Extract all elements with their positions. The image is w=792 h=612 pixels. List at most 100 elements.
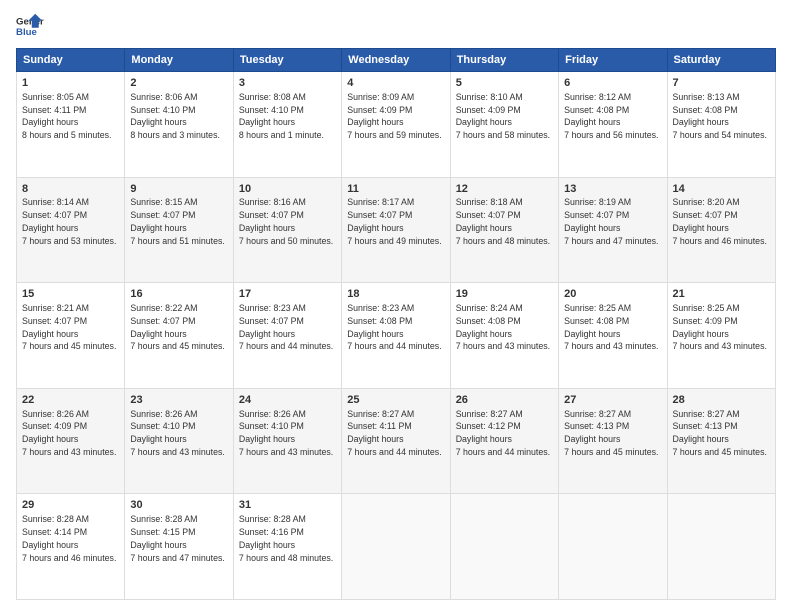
calendar-cell: 24 Sunrise: 8:26 AMSunset: 4:10 PMDaylig… — [233, 388, 341, 494]
day-info: Sunrise: 8:09 AMSunset: 4:09 PMDaylight … — [347, 92, 441, 140]
day-info: Sunrise: 8:21 AMSunset: 4:07 PMDaylight … — [22, 303, 116, 351]
day-number: 19 — [456, 287, 553, 302]
calendar-cell — [559, 494, 667, 600]
day-number: 10 — [239, 182, 336, 197]
day-info: Sunrise: 8:26 AMSunset: 4:10 PMDaylight … — [239, 409, 333, 457]
calendar-cell — [667, 494, 775, 600]
day-number: 9 — [130, 182, 227, 197]
calendar-cell: 9 Sunrise: 8:15 AMSunset: 4:07 PMDayligh… — [125, 177, 233, 283]
calendar-cell: 14 Sunrise: 8:20 AMSunset: 4:07 PMDaylig… — [667, 177, 775, 283]
day-info: Sunrise: 8:25 AMSunset: 4:09 PMDaylight … — [673, 303, 767, 351]
day-number: 24 — [239, 393, 336, 408]
day-info: Sunrise: 8:27 AMSunset: 4:11 PMDaylight … — [347, 409, 441, 457]
day-number: 2 — [130, 76, 227, 91]
day-info: Sunrise: 8:22 AMSunset: 4:07 PMDaylight … — [130, 303, 224, 351]
day-number: 25 — [347, 393, 444, 408]
day-info: Sunrise: 8:25 AMSunset: 4:08 PMDaylight … — [564, 303, 658, 351]
weekday-header-friday: Friday — [559, 49, 667, 72]
weekday-header-sunday: Sunday — [17, 49, 125, 72]
calendar-cell: 31 Sunrise: 8:28 AMSunset: 4:16 PMDaylig… — [233, 494, 341, 600]
calendar-cell: 7 Sunrise: 8:13 AMSunset: 4:08 PMDayligh… — [667, 72, 775, 178]
day-info: Sunrise: 8:14 AMSunset: 4:07 PMDaylight … — [22, 197, 116, 245]
day-number: 1 — [22, 76, 119, 91]
calendar-cell: 10 Sunrise: 8:16 AMSunset: 4:07 PMDaylig… — [233, 177, 341, 283]
day-number: 5 — [456, 76, 553, 91]
day-number: 14 — [673, 182, 770, 197]
day-info: Sunrise: 8:23 AMSunset: 4:07 PMDaylight … — [239, 303, 333, 351]
weekday-header-monday: Monday — [125, 49, 233, 72]
calendar-cell: 17 Sunrise: 8:23 AMSunset: 4:07 PMDaylig… — [233, 283, 341, 389]
day-info: Sunrise: 8:12 AMSunset: 4:08 PMDaylight … — [564, 92, 658, 140]
calendar-week-2: 8 Sunrise: 8:14 AMSunset: 4:07 PMDayligh… — [17, 177, 776, 283]
day-info: Sunrise: 8:20 AMSunset: 4:07 PMDaylight … — [673, 197, 767, 245]
day-number: 13 — [564, 182, 661, 197]
calendar-cell: 18 Sunrise: 8:23 AMSunset: 4:08 PMDaylig… — [342, 283, 450, 389]
calendar-cell: 26 Sunrise: 8:27 AMSunset: 4:12 PMDaylig… — [450, 388, 558, 494]
calendar-cell: 19 Sunrise: 8:24 AMSunset: 4:08 PMDaylig… — [450, 283, 558, 389]
day-info: Sunrise: 8:26 AMSunset: 4:10 PMDaylight … — [130, 409, 224, 457]
day-number: 17 — [239, 287, 336, 302]
calendar-cell: 13 Sunrise: 8:19 AMSunset: 4:07 PMDaylig… — [559, 177, 667, 283]
calendar-cell: 4 Sunrise: 8:09 AMSunset: 4:09 PMDayligh… — [342, 72, 450, 178]
day-info: Sunrise: 8:26 AMSunset: 4:09 PMDaylight … — [22, 409, 116, 457]
day-number: 8 — [22, 182, 119, 197]
calendar-cell: 6 Sunrise: 8:12 AMSunset: 4:08 PMDayligh… — [559, 72, 667, 178]
day-info: Sunrise: 8:27 AMSunset: 4:13 PMDaylight … — [564, 409, 658, 457]
svg-text:General: General — [16, 16, 44, 27]
day-info: Sunrise: 8:16 AMSunset: 4:07 PMDaylight … — [239, 197, 333, 245]
day-number: 27 — [564, 393, 661, 408]
day-info: Sunrise: 8:28 AMSunset: 4:16 PMDaylight … — [239, 514, 333, 562]
day-number: 23 — [130, 393, 227, 408]
calendar-cell: 15 Sunrise: 8:21 AMSunset: 4:07 PMDaylig… — [17, 283, 125, 389]
calendar-cell: 29 Sunrise: 8:28 AMSunset: 4:14 PMDaylig… — [17, 494, 125, 600]
day-info: Sunrise: 8:27 AMSunset: 4:12 PMDaylight … — [456, 409, 550, 457]
day-number: 11 — [347, 182, 444, 197]
calendar-cell — [450, 494, 558, 600]
calendar-week-4: 22 Sunrise: 8:26 AMSunset: 4:09 PMDaylig… — [17, 388, 776, 494]
day-number: 16 — [130, 287, 227, 302]
logo-icon: General Blue — [16, 12, 44, 40]
calendar-cell: 5 Sunrise: 8:10 AMSunset: 4:09 PMDayligh… — [450, 72, 558, 178]
weekday-header-tuesday: Tuesday — [233, 49, 341, 72]
day-info: Sunrise: 8:27 AMSunset: 4:13 PMDaylight … — [673, 409, 767, 457]
day-number: 15 — [22, 287, 119, 302]
day-number: 3 — [239, 76, 336, 91]
day-number: 7 — [673, 76, 770, 91]
day-info: Sunrise: 8:15 AMSunset: 4:07 PMDaylight … — [130, 197, 224, 245]
day-number: 4 — [347, 76, 444, 91]
calendar-cell: 28 Sunrise: 8:27 AMSunset: 4:13 PMDaylig… — [667, 388, 775, 494]
calendar-cell: 16 Sunrise: 8:22 AMSunset: 4:07 PMDaylig… — [125, 283, 233, 389]
calendar-cell: 8 Sunrise: 8:14 AMSunset: 4:07 PMDayligh… — [17, 177, 125, 283]
day-number: 20 — [564, 287, 661, 302]
day-number: 22 — [22, 393, 119, 408]
svg-text:Blue: Blue — [16, 27, 37, 38]
calendar-cell: 21 Sunrise: 8:25 AMSunset: 4:09 PMDaylig… — [667, 283, 775, 389]
weekday-header-saturday: Saturday — [667, 49, 775, 72]
day-number: 28 — [673, 393, 770, 408]
day-info: Sunrise: 8:08 AMSunset: 4:10 PMDaylight … — [239, 92, 324, 140]
logo: General Blue — [16, 12, 44, 40]
day-number: 26 — [456, 393, 553, 408]
calendar-cell — [342, 494, 450, 600]
calendar-cell: 3 Sunrise: 8:08 AMSunset: 4:10 PMDayligh… — [233, 72, 341, 178]
day-info: Sunrise: 8:06 AMSunset: 4:10 PMDaylight … — [130, 92, 220, 140]
calendar-cell: 22 Sunrise: 8:26 AMSunset: 4:09 PMDaylig… — [17, 388, 125, 494]
calendar-cell: 27 Sunrise: 8:27 AMSunset: 4:13 PMDaylig… — [559, 388, 667, 494]
day-info: Sunrise: 8:28 AMSunset: 4:15 PMDaylight … — [130, 514, 224, 562]
day-info: Sunrise: 8:18 AMSunset: 4:07 PMDaylight … — [456, 197, 550, 245]
day-number: 29 — [22, 498, 119, 513]
page: General Blue SundayMondayTuesdayWednesda… — [0, 0, 792, 612]
day-info: Sunrise: 8:19 AMSunset: 4:07 PMDaylight … — [564, 197, 658, 245]
day-info: Sunrise: 8:28 AMSunset: 4:14 PMDaylight … — [22, 514, 116, 562]
calendar-cell: 30 Sunrise: 8:28 AMSunset: 4:15 PMDaylig… — [125, 494, 233, 600]
calendar-week-3: 15 Sunrise: 8:21 AMSunset: 4:07 PMDaylig… — [17, 283, 776, 389]
calendar-cell: 2 Sunrise: 8:06 AMSunset: 4:10 PMDayligh… — [125, 72, 233, 178]
day-number: 12 — [456, 182, 553, 197]
day-number: 18 — [347, 287, 444, 302]
calendar-cell: 1 Sunrise: 8:05 AMSunset: 4:11 PMDayligh… — [17, 72, 125, 178]
day-info: Sunrise: 8:13 AMSunset: 4:08 PMDaylight … — [673, 92, 767, 140]
calendar-week-5: 29 Sunrise: 8:28 AMSunset: 4:14 PMDaylig… — [17, 494, 776, 600]
calendar-cell: 25 Sunrise: 8:27 AMSunset: 4:11 PMDaylig… — [342, 388, 450, 494]
day-info: Sunrise: 8:05 AMSunset: 4:11 PMDaylight … — [22, 92, 112, 140]
calendar-week-1: 1 Sunrise: 8:05 AMSunset: 4:11 PMDayligh… — [17, 72, 776, 178]
